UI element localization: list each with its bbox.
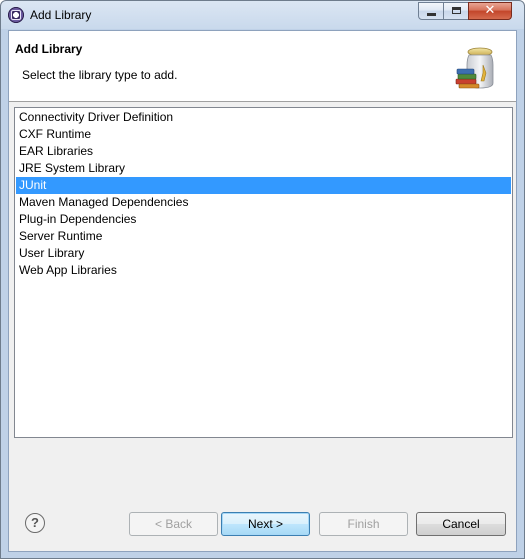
- maximize-button[interactable]: [443, 2, 469, 20]
- wizard-header: Add Library Select the library type to a…: [9, 31, 516, 102]
- close-button[interactable]: ✕: [468, 2, 512, 20]
- help-icon: ?: [31, 515, 39, 530]
- eclipse-app-icon[interactable]: [8, 7, 24, 23]
- wizard-title: Add Library: [15, 42, 83, 56]
- close-icon: ✕: [484, 3, 496, 18]
- list-item[interactable]: Server Runtime: [16, 228, 511, 245]
- list-item[interactable]: JRE System Library: [16, 160, 511, 177]
- finish-button[interactable]: Finish: [319, 512, 408, 536]
- help-button[interactable]: ?: [25, 513, 45, 533]
- window-title: Add Library: [30, 8, 92, 22]
- list-item[interactable]: CXF Runtime: [16, 126, 511, 143]
- library-jar-books-icon: [455, 47, 494, 89]
- cancel-button[interactable]: Cancel: [416, 512, 506, 536]
- wizard-body: Connectivity Driver Definition CXF Runti…: [9, 102, 516, 551]
- list-item[interactable]: Plug-in Dependencies: [16, 211, 511, 228]
- list-item[interactable]: User Library: [16, 245, 511, 262]
- back-button[interactable]: < Back: [129, 512, 218, 536]
- list-item[interactable]: Web App Libraries: [16, 262, 511, 279]
- wizard-description: Select the library type to add.: [22, 68, 178, 82]
- list-item[interactable]: EAR Libraries: [16, 143, 511, 160]
- library-type-list[interactable]: Connectivity Driver Definition CXF Runti…: [14, 107, 513, 438]
- dialog-client-area: Add Library Select the library type to a…: [8, 30, 517, 552]
- minimize-button[interactable]: [418, 2, 444, 20]
- list-item-selected[interactable]: JUnit: [16, 177, 511, 194]
- title-bar[interactable]: Add Library ✕: [1, 1, 524, 29]
- list-item[interactable]: Maven Managed Dependencies: [16, 194, 511, 211]
- add-library-dialog: Add Library ✕ Add Library Select the lib…: [0, 0, 525, 559]
- list-item[interactable]: Connectivity Driver Definition: [16, 109, 511, 126]
- next-button[interactable]: Next >: [221, 512, 310, 536]
